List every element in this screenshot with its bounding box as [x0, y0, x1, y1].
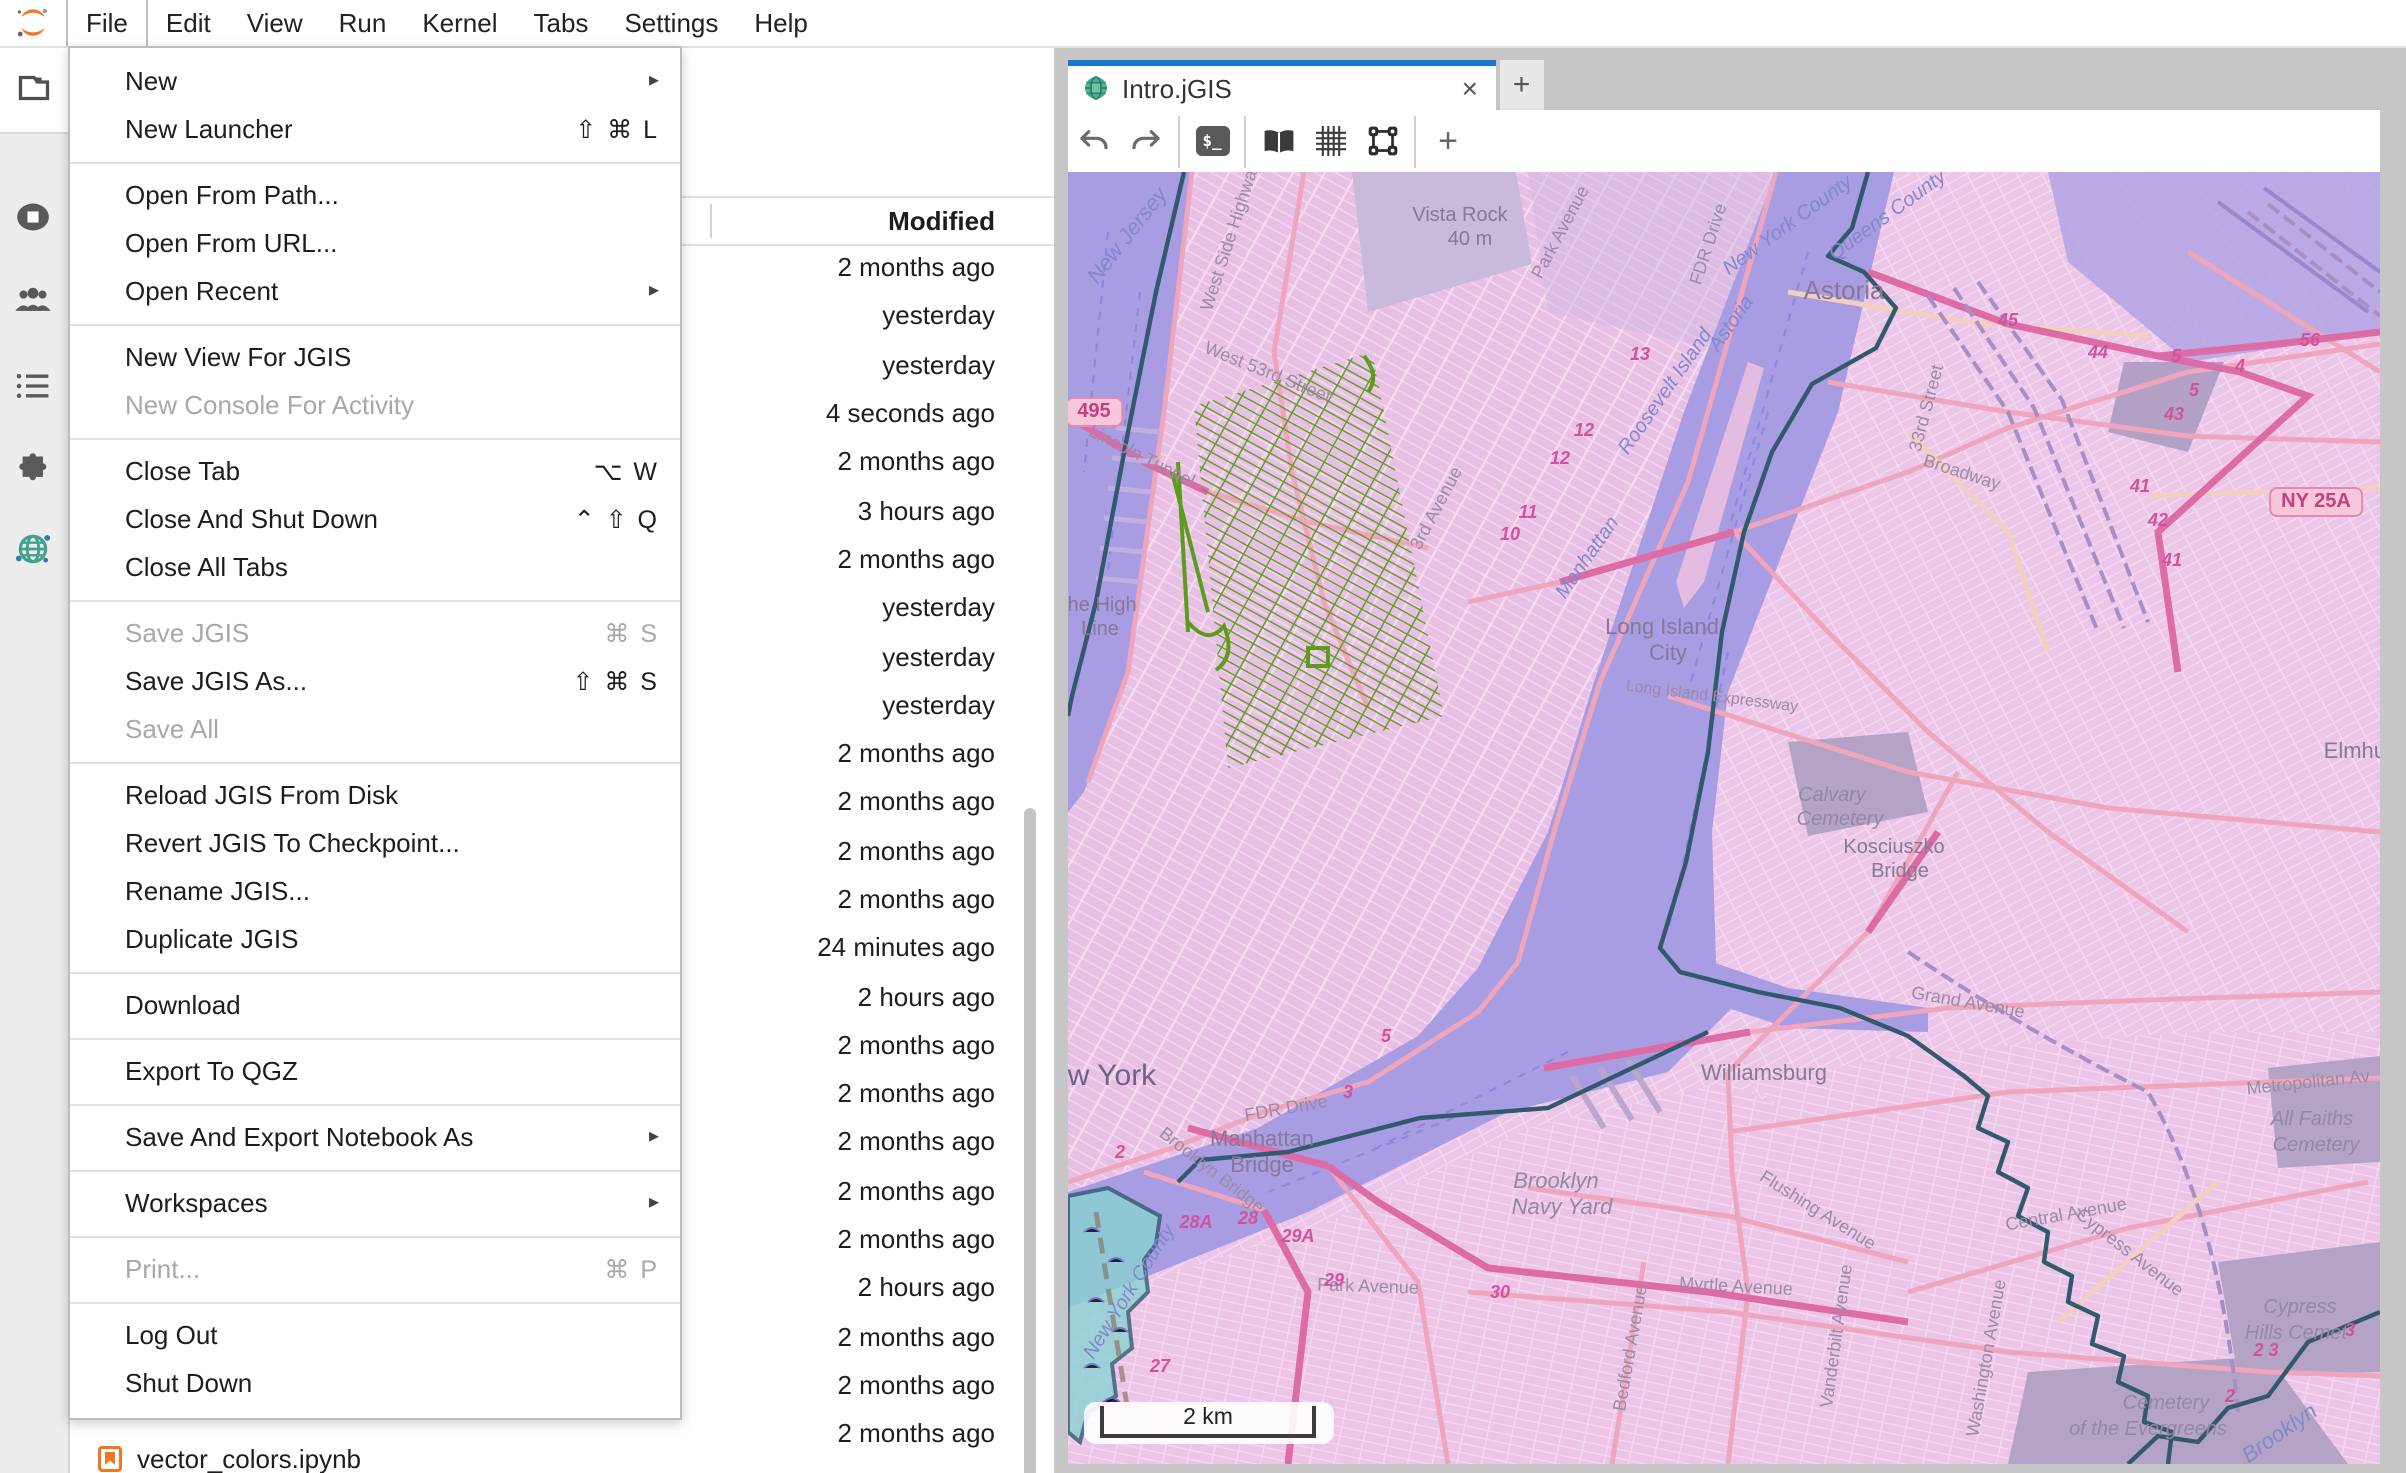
scale-label: 2 km	[1183, 1406, 1233, 1430]
menubar-item-file[interactable]: File	[66, 0, 148, 45]
file-browser-icon[interactable]	[0, 69, 67, 105]
menu-item-close-and-shut-down[interactable]: Close And Shut Down⌃ ⇧ Q	[69, 495, 679, 543]
menu-item-close-all-tabs[interactable]: Close All Tabs	[69, 543, 679, 591]
submenu-arrow-icon: ▸	[649, 1126, 659, 1148]
new-tab-button[interactable]: +	[1499, 60, 1544, 110]
left-activity-bar	[0, 45, 69, 1473]
collaboration-icon[interactable]	[0, 285, 67, 313]
menu-item-new[interactable]: New▸	[69, 57, 679, 105]
map-canvas	[1068, 172, 2380, 1463]
tab-close-icon[interactable]: ×	[1462, 74, 1478, 102]
jupyter-logo-icon	[0, 1, 66, 45]
menubar-items: FileEditViewRunKernelTabsSettingsHelp	[66, 0, 826, 45]
submenu-arrow-icon: ▸	[649, 1192, 659, 1214]
map-toolbar: $_ +	[1068, 110, 2380, 174]
menu-separator	[69, 1235, 679, 1237]
console-button[interactable]: $_	[1186, 115, 1238, 167]
add-layer-button[interactable]: +	[1422, 115, 1474, 167]
book-icon	[1261, 127, 1295, 155]
tab-intro-jgis[interactable]: Intro.jGIS ×	[1068, 60, 1496, 110]
menu-item-download[interactable]: Download	[69, 981, 679, 1029]
menubar-item-edit[interactable]: Edit	[148, 0, 229, 45]
map-document-panel: Intro.jGIS × + $_	[1053, 45, 2406, 1473]
menu-separator	[69, 761, 679, 763]
menu-separator	[69, 323, 679, 325]
toolbar-separator	[1178, 115, 1180, 167]
toolbar-separator	[1244, 115, 1246, 167]
menu-separator	[69, 1169, 679, 1171]
menu-item-new-view-for-jgis[interactable]: New View For JGIS	[69, 333, 679, 381]
menu-separator	[69, 1301, 679, 1303]
identify-button[interactable]	[1252, 115, 1304, 167]
menu-item-save-jgis-as[interactable]: Save JGIS As...⇧ ⌘ S	[69, 657, 679, 705]
menu-separator	[69, 599, 679, 601]
menu-item-export-to-qgz[interactable]: Export To QGZ	[69, 1047, 679, 1095]
jupyterlab-window: FileEditViewRunKernelTabsSettingsHelp Mo…	[0, 0, 2406, 1473]
menu-item-save-jgis: Save JGIS⌘ S	[69, 609, 679, 657]
select-button[interactable]	[1356, 115, 1408, 167]
menu-separator	[69, 971, 679, 973]
undo-button[interactable]	[1068, 115, 1120, 167]
menu-separator	[69, 437, 679, 439]
menubar-item-help[interactable]: Help	[736, 0, 826, 45]
submenu-arrow-icon: ▸	[649, 70, 659, 92]
menu-item-workspaces[interactable]: Workspaces▸	[69, 1179, 679, 1227]
console-icon: $_	[1195, 126, 1229, 156]
running-kernels-icon[interactable]	[0, 197, 67, 235]
tab-bar: Intro.jGIS × +	[1068, 45, 2380, 112]
file-list-scrollbar[interactable]	[1023, 807, 1035, 1473]
submenu-arrow-icon: ▸	[649, 280, 659, 302]
toolbar-separator	[1414, 115, 1416, 167]
menu-item-open-recent[interactable]: Open Recent▸	[69, 267, 679, 315]
menubar-item-kernel[interactable]: Kernel	[404, 0, 515, 45]
scale-bracket: 2 km	[1100, 1406, 1316, 1438]
menubar-item-run[interactable]: Run	[321, 0, 405, 45]
menu-item-shut-down[interactable]: Shut Down	[69, 1359, 679, 1407]
column-divider	[709, 203, 711, 237]
modified-column-header[interactable]: Modified	[888, 206, 995, 236]
map-view[interactable]: New JerseyVista Rock40 mAstoriaNew York …	[1068, 172, 2380, 1463]
file-menu-dropdown: New▸New Launcher⇧ ⌘ LOpen From Path...Op…	[67, 45, 681, 1419]
menu-separator	[69, 1037, 679, 1039]
redo-button[interactable]	[1120, 115, 1172, 167]
file-row-vector-colors[interactable]: vector_colors.ipynb	[67, 1433, 747, 1473]
menu-item-duplicate-jgis[interactable]: Duplicate JGIS	[69, 915, 679, 963]
menu-item-close-tab[interactable]: Close Tab⌥ W	[69, 447, 679, 495]
jupytergis-icon[interactable]	[0, 529, 67, 567]
file-name: vector_colors.ipynb	[137, 1444, 361, 1473]
menu-item-open-from-url[interactable]: Open From URL...	[69, 219, 679, 267]
table-of-contents-icon[interactable]	[0, 371, 67, 399]
notebook-icon	[97, 1446, 121, 1472]
menu-separator	[69, 1103, 679, 1105]
menu-item-save-and-export-notebook-as[interactable]: Save And Export Notebook As▸	[69, 1113, 679, 1161]
menu-separator	[69, 161, 679, 163]
vector-square-icon	[1367, 126, 1397, 156]
menu-item-print: Print...⌘ P	[69, 1245, 679, 1293]
menu-item-new-launcher[interactable]: New Launcher⇧ ⌘ L	[69, 105, 679, 153]
menu-item-rename-jgis[interactable]: Rename JGIS...	[69, 867, 679, 915]
jgis-globe-icon	[1084, 76, 1108, 100]
menu-item-new-console-for-activity: New Console For Activity	[69, 381, 679, 429]
grid-button[interactable]	[1304, 115, 1356, 167]
menubar-item-view[interactable]: View	[229, 0, 321, 45]
menu-item-save-all: Save All	[69, 705, 679, 753]
map-scale-bar: 2 km	[1083, 1402, 1333, 1444]
grid-icon	[1315, 126, 1345, 156]
menu-item-open-from-path[interactable]: Open From Path...	[69, 171, 679, 219]
menu-item-revert-jgis-to-checkpoint[interactable]: Revert JGIS To Checkpoint...	[69, 819, 679, 867]
menu-item-reload-jgis-from-disk[interactable]: Reload JGIS From Disk	[69, 771, 679, 819]
menubar-item-settings[interactable]: Settings	[606, 0, 736, 45]
menubar: FileEditViewRunKernelTabsSettingsHelp	[0, 0, 2406, 47]
menubar-item-tabs[interactable]: Tabs	[516, 0, 607, 45]
extensions-icon[interactable]	[0, 451, 67, 487]
tab-title: Intro.jGIS	[1122, 73, 1462, 103]
menu-item-log-out[interactable]: Log Out	[69, 1311, 679, 1359]
